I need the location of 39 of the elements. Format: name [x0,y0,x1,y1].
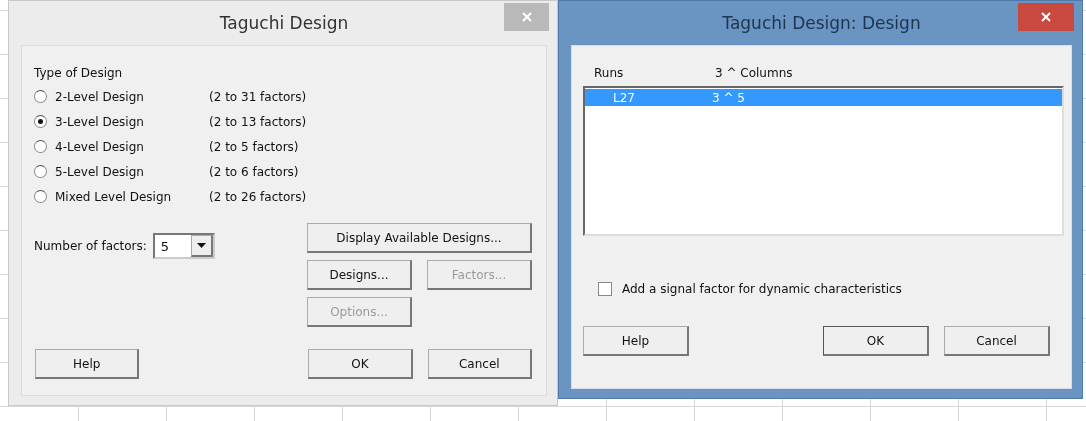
factors-dropdown[interactable]: 5 [152,233,215,259]
dropdown-button[interactable] [190,235,213,257]
close-button[interactable] [1018,3,1074,31]
column-header: 3 ^ Columns [715,66,793,80]
close-icon [521,12,532,22]
radio-label: 2-Level Design [55,89,145,104]
ok-button[interactable]: OK [823,326,929,356]
field-label: Number of factors: [34,239,147,253]
window-title: Taguchi Design: Design [721,13,922,33]
list-cell-text: L27 [612,90,636,105]
ok-button[interactable]: OK [308,349,413,379]
factor-range: (2 to 31 factors) [209,89,307,104]
help-button[interactable]: Help [35,349,140,379]
cancel-button[interactable]: Cancel [944,326,1050,356]
checkbox-label: Add a signal factor for dynamic characteristics [622,282,902,296]
close-icon [1041,12,1051,22]
radio-label: 5-Level Design [55,164,145,179]
display-designs-button[interactable]: Display Available Designs... [307,223,532,253]
caret-icon [196,243,206,248]
radio-button[interactable] [34,90,47,103]
radio-button[interactable] [34,190,47,203]
group-label: Type of Design [34,66,123,80]
radio-label: 3-Level Design [55,114,145,129]
column-header: Runs [594,66,625,80]
radio-button[interactable] [34,115,47,128]
radio-button[interactable] [34,140,47,153]
radio-label: 4-Level Design [55,139,145,154]
factor-range: (2 to 26 factors) [209,189,307,204]
designs-button[interactable]: Designs... [307,260,412,290]
checkbox[interactable] [598,282,612,296]
help-button[interactable]: Help [583,326,689,356]
radio-label: Mixed Level Design [55,189,173,204]
factor-range: (2 to 6 factors) [209,164,299,179]
window-title: Taguchi Design [218,13,350,33]
factor-range: (2 to 13 factors) [209,114,307,129]
list-cell-text: 3 ^ 5 [712,90,746,105]
cancel-button[interactable]: Cancel [427,349,532,379]
factor-range: (2 to 5 factors) [209,139,299,154]
radio-button[interactable] [34,165,47,178]
